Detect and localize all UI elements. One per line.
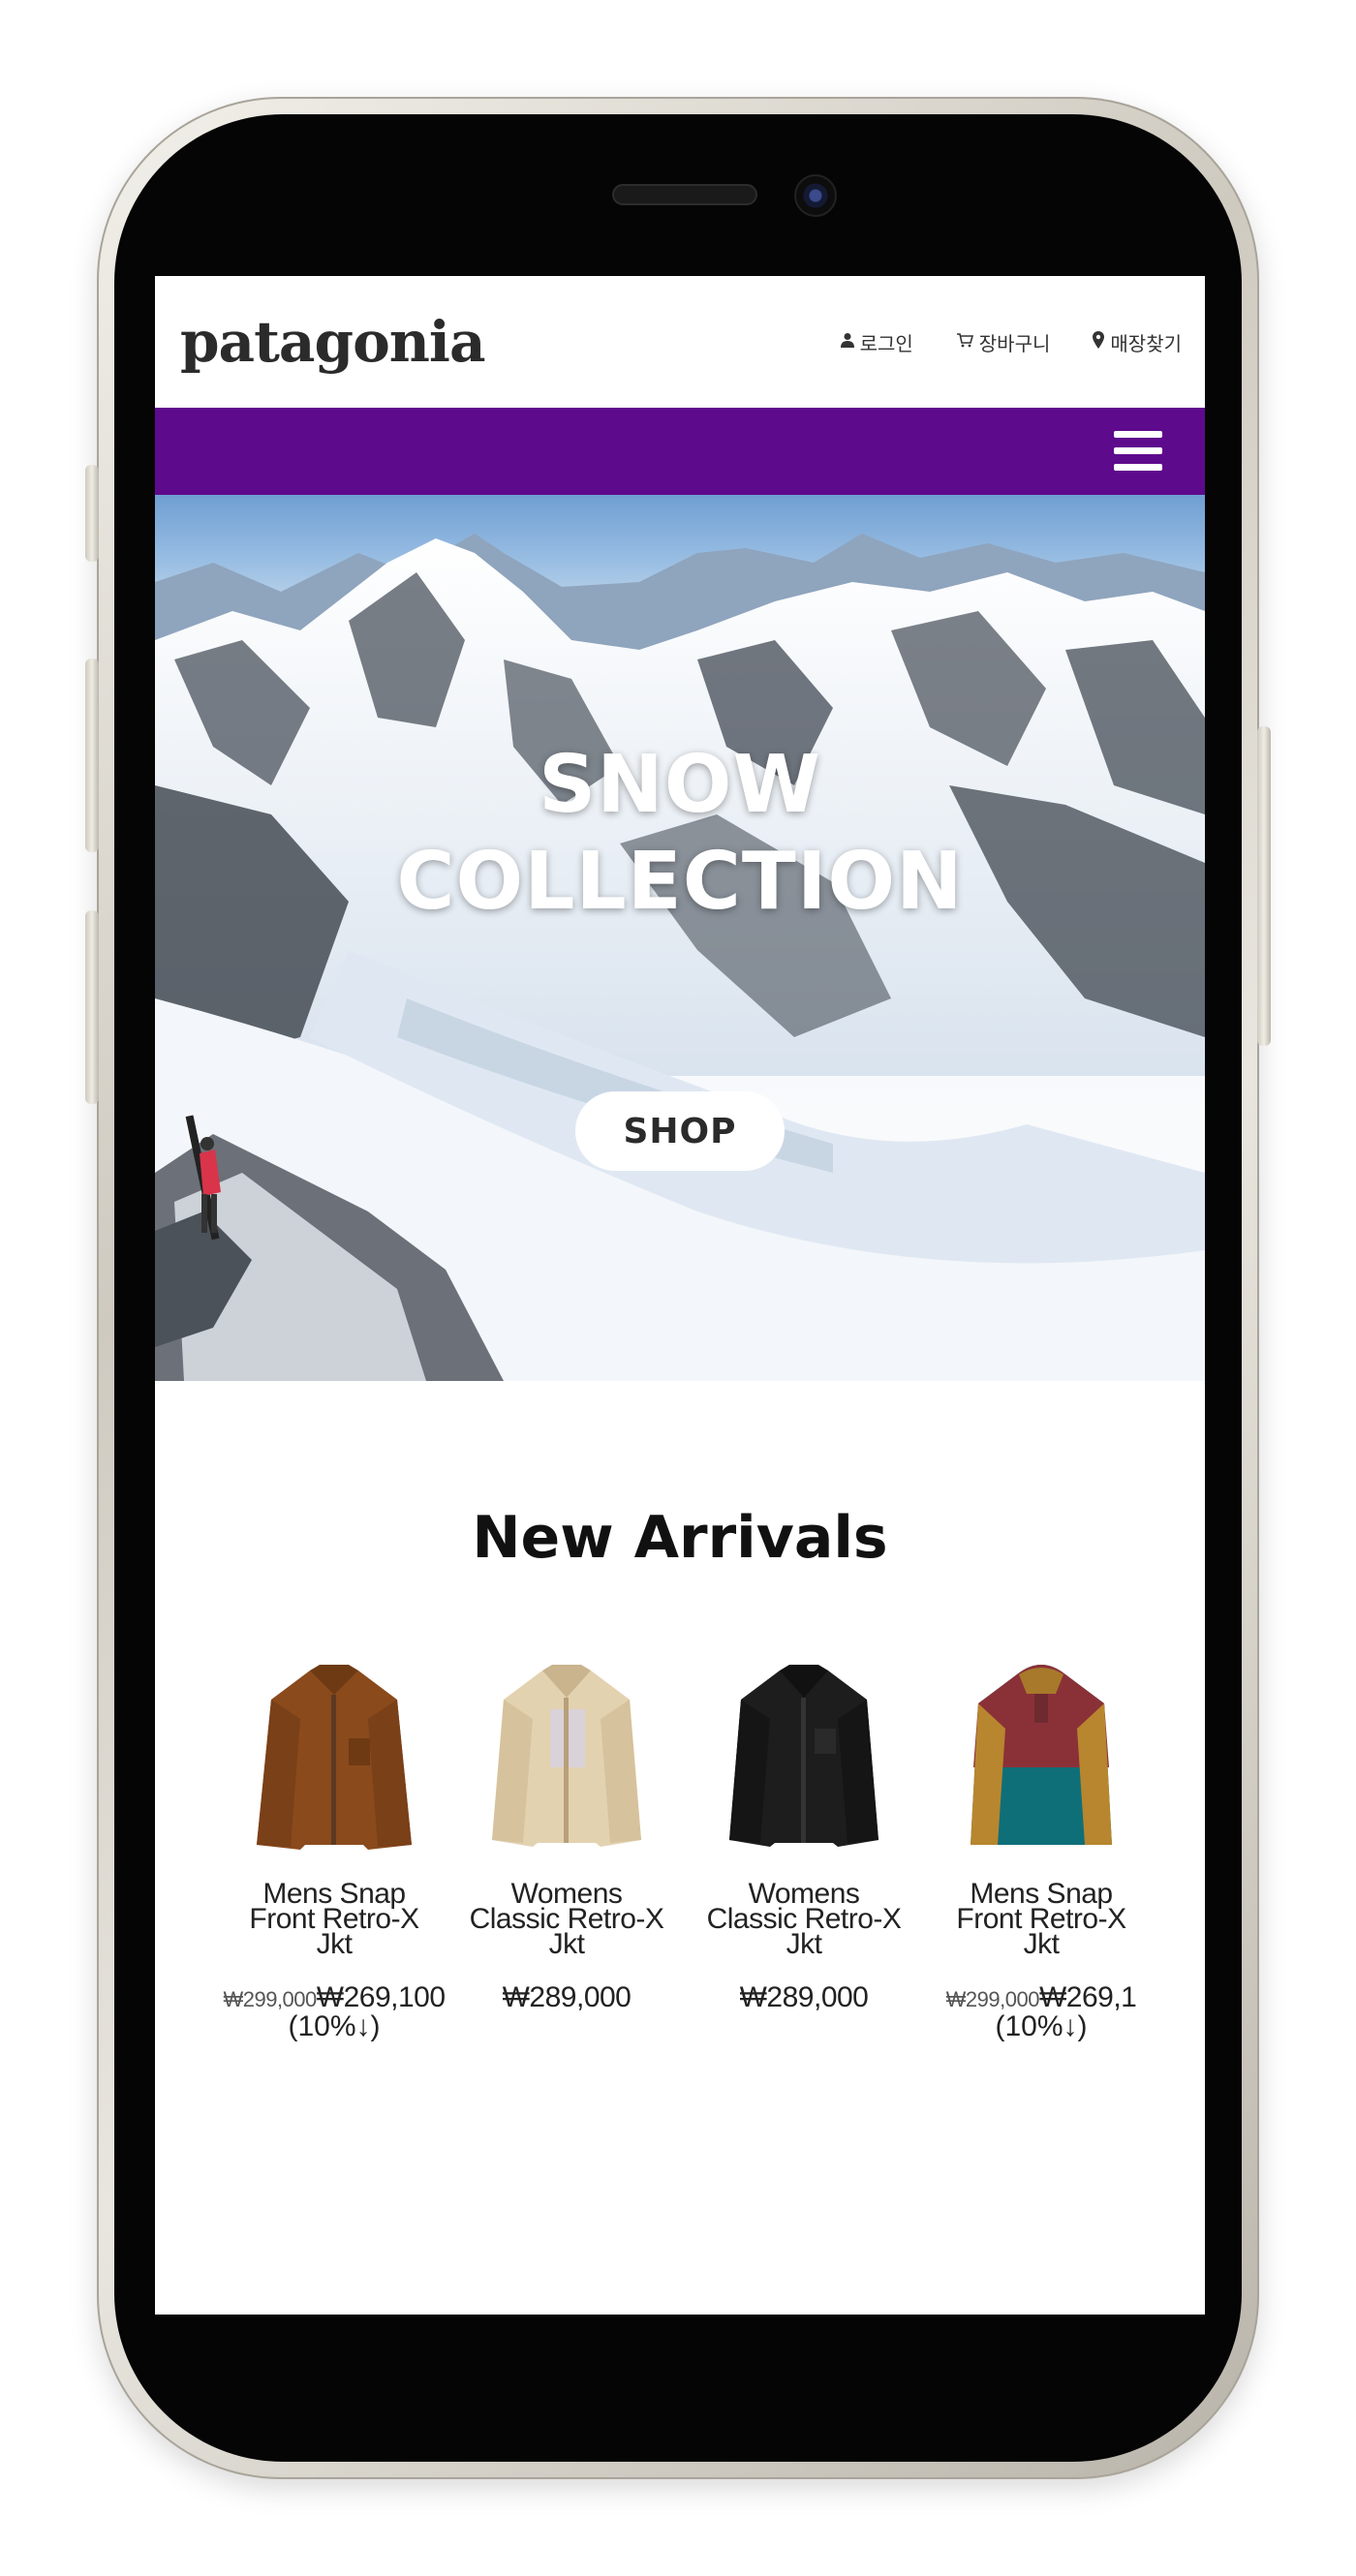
front-camera xyxy=(794,174,837,217)
site-header: patagonia 로그인 장바구니 매장찾기 xyxy=(155,276,1205,408)
volume-down-button xyxy=(85,910,99,1104)
product-card[interactable]: Womens Classic Retro-X Jkt ₩289,000 xyxy=(455,1651,678,2013)
hamburger-menu-icon[interactable] xyxy=(1114,431,1162,472)
product-price: ₩299,000₩269,1 xyxy=(930,1981,1153,2013)
hero-title-line1: SNOW xyxy=(539,739,821,831)
original-price: ₩299,000 xyxy=(945,1987,1040,2011)
product-card[interactable]: Womens Classic Retro-X Jkt ₩289,000 xyxy=(693,1651,915,2013)
new-arrivals-title: New Arrivals xyxy=(472,1504,888,1572)
cart-icon xyxy=(956,332,973,353)
product-carousel: Mens Snap Front Retro-X Jkt ₩299,000₩269… xyxy=(213,1651,1205,2041)
mute-switch xyxy=(85,465,99,562)
volume-up-button xyxy=(85,659,99,852)
location-pin-icon xyxy=(1093,330,1105,353)
product-card[interactable]: Mens Snap Front Retro-X Jkt ₩299,000₩269… xyxy=(930,1651,1153,2042)
snow-mountains-image xyxy=(155,534,1205,1381)
cart-label: 장바구니 xyxy=(978,333,1051,355)
power-button xyxy=(1257,726,1271,1046)
product-price: ₩299,000₩269,100 xyxy=(223,1981,446,2013)
hero-title: SNOW COLLECTION xyxy=(155,737,1205,931)
product-image xyxy=(930,1651,1153,1855)
store-finder-link[interactable]: 매장찾기 xyxy=(1093,328,1182,356)
product-image xyxy=(223,1651,446,1855)
cart-link[interactable]: 장바구니 xyxy=(956,328,1051,356)
product-card[interactable]: Mens Snap Front Retro-X Jkt ₩299,000₩269… xyxy=(223,1651,446,2042)
discount-label: (10%↓) xyxy=(995,2010,1088,2042)
original-price: ₩299,000 xyxy=(223,1987,317,2011)
phone-screen: patagonia 로그인 장바구니 매장찾기 SNOW COLLECTION … xyxy=(155,276,1205,2315)
product-image xyxy=(693,1651,915,1855)
hero-title-line2: COLLECTION xyxy=(396,836,964,928)
sale-price: ₩289,000 xyxy=(739,1981,869,2013)
patagonia-logo[interactable]: patagonia xyxy=(180,309,486,375)
product-name: Mens Snap Front Retro-X Jkt xyxy=(249,1878,419,1960)
product-name: Womens Classic Retro-X Jkt xyxy=(469,1878,664,1960)
person-icon xyxy=(840,332,854,353)
product-name: Womens Classic Retro-X Jkt xyxy=(706,1878,902,1960)
product-price: ₩289,000 xyxy=(693,1981,915,2013)
speaker-grille xyxy=(612,184,757,205)
discount-label: (10%↓) xyxy=(288,2010,381,2042)
store-finder-label: 매장찾기 xyxy=(1110,333,1182,355)
login-link[interactable]: 로그인 xyxy=(840,328,913,356)
sale-price: ₩289,000 xyxy=(502,1981,632,2013)
hero-banner: SNOW COLLECTION SHOP xyxy=(155,495,1205,1381)
header-links: 로그인 장바구니 매장찾기 xyxy=(840,328,1182,356)
product-image xyxy=(455,1651,678,1855)
sale-price: ₩269,100 xyxy=(316,1981,446,2013)
product-price: ₩289,000 xyxy=(455,1981,678,2013)
sale-price: ₩269,1 xyxy=(1038,1981,1137,2013)
login-label: 로그인 xyxy=(859,333,913,355)
nav-bar xyxy=(155,408,1205,495)
shop-button[interactable]: SHOP xyxy=(575,1091,785,1171)
product-name: Mens Snap Front Retro-X Jkt xyxy=(956,1878,1126,1960)
